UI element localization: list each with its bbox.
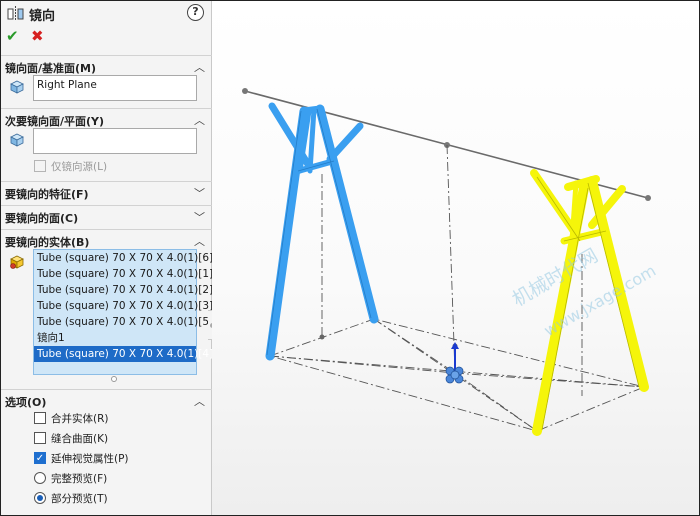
section-mirror-face-label: 镜向面/基准面(M) xyxy=(5,62,97,75)
plane-cube-icon xyxy=(10,133,24,147)
section-secondary-mirror[interactable]: 次要镜向面/平面(Y) ︿ xyxy=(1,108,212,128)
knit-surfaces-label: 缝合曲面(K) xyxy=(51,433,109,445)
plane-point xyxy=(645,195,651,201)
propagate-visual-checkbox[interactable]: ✓ xyxy=(34,452,46,464)
plane-point xyxy=(242,88,248,94)
section-features-label: 要镜向的特征(F) xyxy=(5,188,89,201)
chevron-up-icon[interactable]: ︿ xyxy=(194,59,205,75)
list-item[interactable]: Tube (square) 70 X 70 X 4.0(1)[1] xyxy=(34,266,213,282)
checkmark-icon: ✓ xyxy=(35,453,45,464)
list-item-selected[interactable]: Tube (square) 70 X 70 X 4.0(1)[4] xyxy=(34,346,213,362)
chevron-down-icon[interactable]: ﹀ xyxy=(194,209,205,225)
section-bodies[interactable]: 要镜向的实体(B) ︿ xyxy=(1,229,212,249)
merge-solids-label: 合并实体(R) xyxy=(51,413,109,425)
panel-title: 镜向 xyxy=(29,9,56,24)
cancel-button[interactable]: ✖ xyxy=(31,28,47,44)
mirror-face-field[interactable]: Right Plane xyxy=(33,75,197,101)
mirror-source-only-label: 仅镜向源(L) xyxy=(51,161,108,173)
close-icon: ✖ xyxy=(31,27,44,45)
solid-body-icon xyxy=(10,255,24,269)
knit-surfaces-checkbox[interactable] xyxy=(34,432,46,444)
section-bodies-label: 要镜向的实体(B) xyxy=(5,236,90,249)
triad-icon xyxy=(445,342,464,384)
full-preview-label: 完整预览(F) xyxy=(51,473,108,485)
sketch-point xyxy=(319,334,325,340)
section-features[interactable]: 要镜向的特征(F) ﹀ xyxy=(1,181,212,201)
list-item[interactable]: Tube (square) 70 X 70 X 4.0(1)[3] xyxy=(34,298,213,314)
section-mirror-face[interactable]: 镜向面/基准面(M) ︿ xyxy=(1,55,212,75)
secondary-mirror-field[interactable] xyxy=(33,128,197,154)
mirror-source-only-checkbox xyxy=(34,160,46,172)
section-faces[interactable]: 要镜向的面(C) ﹀ xyxy=(1,205,212,225)
list-item[interactable]: 镜向1 xyxy=(34,330,196,346)
chevron-down-icon[interactable]: ﹀ xyxy=(194,185,205,201)
partial-preview-label: 部分预览(T) xyxy=(51,493,108,505)
mirror-feature-icon xyxy=(7,6,24,21)
graphics-viewport[interactable]: 机械时代网 www.jxage.com xyxy=(212,1,699,515)
ok-button[interactable]: ✔ xyxy=(6,28,22,44)
merge-solids-checkbox[interactable] xyxy=(34,412,46,424)
propagate-visual-label: 延伸视觉属性(P) xyxy=(51,453,129,465)
plane-cube-icon xyxy=(10,80,24,94)
panel-titlebar: 镜向 ? xyxy=(1,1,212,27)
partial-preview-radio[interactable] xyxy=(34,492,46,504)
section-secondary-mirror-label: 次要镜向面/平面(Y) xyxy=(5,115,105,128)
section-options[interactable]: 选项(O) ︿ xyxy=(1,389,212,409)
list-resize-handle[interactable] xyxy=(111,376,117,382)
bodies-list[interactable]: Tube (square) 70 X 70 X 4.0(1)[6] Tube (… xyxy=(33,249,213,375)
list-item[interactable]: Tube (square) 70 X 70 X 4.0(1)[6] xyxy=(34,250,213,266)
chevron-up-icon[interactable]: ︿ xyxy=(194,393,205,409)
model-scene[interactable] xyxy=(212,1,699,515)
list-item[interactable]: Tube (square) 70 X 70 X 4.0(1)[2] xyxy=(34,282,213,298)
checkmark-icon: ✔ xyxy=(6,27,19,45)
section-options-label: 选项(O) xyxy=(5,396,47,409)
property-manager-panel: 镜向 ? ✔ ✖ 镜向面/基准面(M) ︿ Right Plane 次要镜向面/… xyxy=(1,1,213,515)
section-faces-label: 要镜向的面(C) xyxy=(5,212,79,225)
full-preview-radio[interactable] xyxy=(34,472,46,484)
chevron-up-icon[interactable]: ︿ xyxy=(194,233,205,249)
help-button[interactable]: ? xyxy=(187,4,204,21)
list-item[interactable]: Tube (square) 70 X 70 X 4.0(1)[5] xyxy=(34,314,213,330)
chevron-up-icon[interactable]: ︿ xyxy=(194,112,205,128)
